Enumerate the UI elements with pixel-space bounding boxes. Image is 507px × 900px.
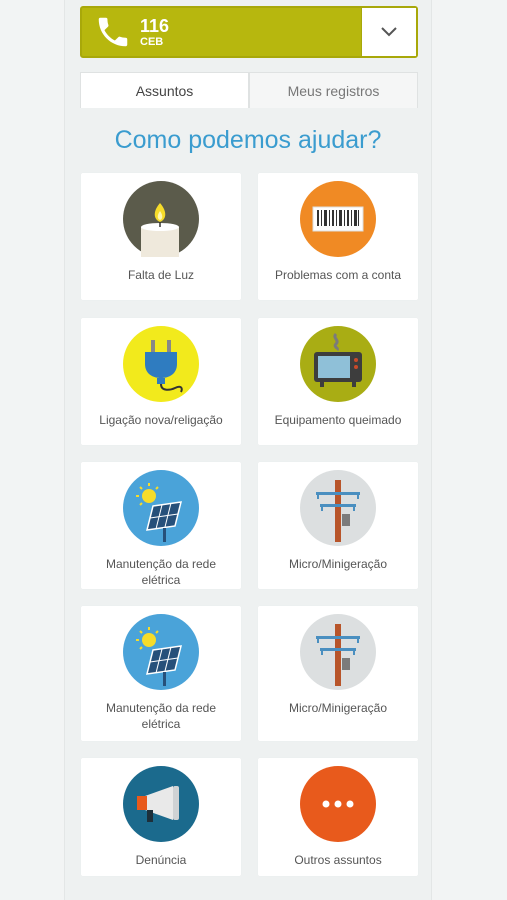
candle-icon (123, 181, 199, 257)
tab-bar: Assuntos Meus registros (80, 72, 418, 108)
card-label: Outros assuntos (294, 853, 382, 867)
card-label: Falta de Luz (127, 268, 195, 282)
power-pole-icon (300, 614, 376, 690)
card-label: Denúncia (135, 853, 187, 867)
card-label: Equipamento queimado (274, 413, 402, 427)
call-info: 116 CEB (140, 17, 169, 48)
chevron-down-icon (381, 27, 397, 37)
page-title: Como podemos ajudar? (114, 126, 382, 154)
call-number: 116 (140, 15, 170, 36)
call-provider: CEB (140, 35, 164, 48)
card-label: Problemas com a conta (274, 268, 402, 282)
tab-subjects[interactable]: Assuntos (80, 72, 249, 108)
card-micro-generation[interactable]: Micro/Minigeração (258, 606, 418, 741)
card-grid-maintenance[interactable]: Manutenção da rede elétrica (81, 606, 241, 741)
solar-panel-icon (123, 614, 199, 690)
call-bar[interactable]: 116 CEB (80, 6, 418, 58)
tab-my-records[interactable]: Meus registros (249, 72, 418, 108)
card-label: Manutenção da rede elétrica (105, 557, 217, 587)
card-power-outage[interactable]: Falta de Luz (81, 173, 241, 300)
card-bill-problems[interactable]: Problemas com a conta (258, 173, 418, 300)
card-label: Micro/Minigeração (288, 701, 388, 715)
power-pole-icon (300, 470, 376, 546)
phone-icon (98, 17, 128, 47)
burnt-tv-icon (300, 326, 376, 402)
more-icon (300, 766, 376, 842)
card-new-connection[interactable]: Ligação nova/religação (81, 318, 241, 445)
card-label: Ligação nova/religação (99, 413, 223, 427)
megaphone-icon (123, 766, 199, 842)
card-other-subjects[interactable]: Outros assuntos (258, 758, 418, 876)
card-label: Micro/Minigeração (288, 557, 388, 571)
card-grid-maintenance[interactable]: Manutenção da rede elétrica (81, 462, 241, 589)
call-dropdown-button[interactable] (361, 8, 416, 56)
plug-icon (123, 326, 199, 402)
card-micro-generation[interactable]: Micro/Minigeração (258, 462, 418, 589)
card-report[interactable]: Denúncia (81, 758, 241, 876)
barcode-icon (300, 181, 376, 257)
solar-panel-icon (123, 470, 199, 546)
card-burnt-equipment[interactable]: Equipamento queimado (258, 318, 418, 445)
card-label: Manutenção da rede elétrica (105, 701, 217, 731)
